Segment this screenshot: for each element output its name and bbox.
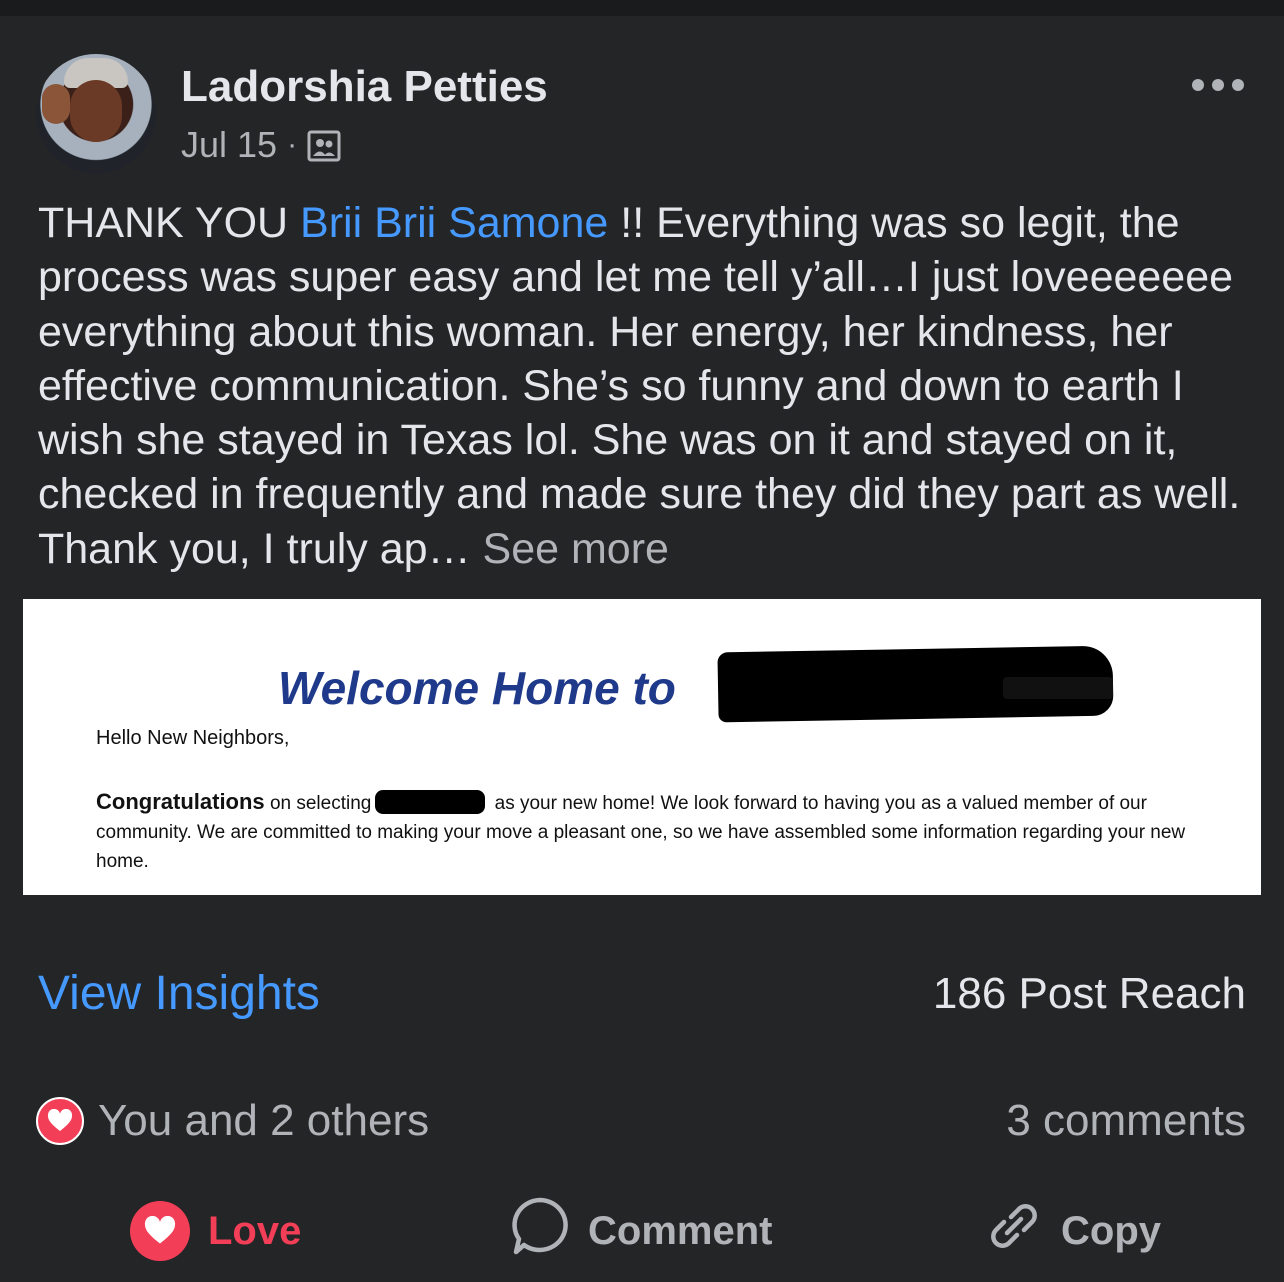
doc-lead-bold: Congratulations [96,789,265,814]
reactions-row: You and 2 others 3 comments [36,1096,1246,1146]
love-label: Love [208,1208,302,1253]
action-bar: Love Comment Copy [0,1196,1284,1266]
doc-paragraph: Congratulations on selecting as your new… [96,787,1206,876]
comment-label: Comment [588,1208,773,1253]
post-date[interactable]: Jul 15 [181,124,277,166]
comment-button[interactable]: Comment [510,1196,772,1266]
copy-link-button[interactable]: Copy [985,1196,1161,1266]
redaction-mark [1003,677,1113,699]
comments-count[interactable]: 3 comments [1006,1096,1246,1146]
post-card: Ladorshia Petties Jul 15 · THANK YOU Bri… [0,16,1284,1282]
more-options-icon[interactable] [1192,70,1244,100]
copy-label: Copy [1061,1208,1161,1253]
more-dot [1232,79,1244,91]
mention-link[interactable]: Brii Brii Samone [300,199,608,247]
redaction-mark [375,790,486,814]
author-name[interactable]: Ladorshia Petties [181,62,548,112]
love-reaction-icon [36,1097,84,1145]
post-text-intro: THANK YOU [38,199,301,247]
author-avatar[interactable] [36,54,156,174]
see-more-link[interactable]: See more [483,525,669,573]
group-audience-icon [307,129,341,162]
reactions-text: You and 2 others [98,1096,430,1145]
meta-separator: · [287,128,298,161]
post-reach: 186 Post Reach [932,968,1246,1018]
heart-icon [130,1201,190,1261]
comment-bubble-icon [510,1196,570,1266]
more-dot [1192,79,1204,91]
link-icon [985,1197,1043,1265]
avatar-hand [42,84,70,124]
more-dot [1212,79,1224,91]
doc-title: Welcome Home to [278,662,676,714]
post-meta: Jul 15 · [181,124,341,166]
doc-greeting: Hello New Neighbors, [96,727,290,749]
view-insights-link[interactable]: View Insights [38,966,320,1021]
reactions-summary[interactable]: You and 2 others [36,1096,429,1146]
insights-row: View Insights 186 Post Reach [38,966,1246,1021]
doc-lead-text: on selecting [264,793,372,814]
avatar-face [70,80,122,142]
post-image[interactable]: Welcome Home to Hello New Neighbors, Con… [23,599,1261,895]
top-bar [0,0,1284,16]
post-text: THANK YOU Brii Brii Samone !! Everything… [38,196,1253,576]
post-text-body: !! Everything was so legit, the process … [38,199,1241,573]
love-button[interactable]: Love [130,1196,301,1266]
